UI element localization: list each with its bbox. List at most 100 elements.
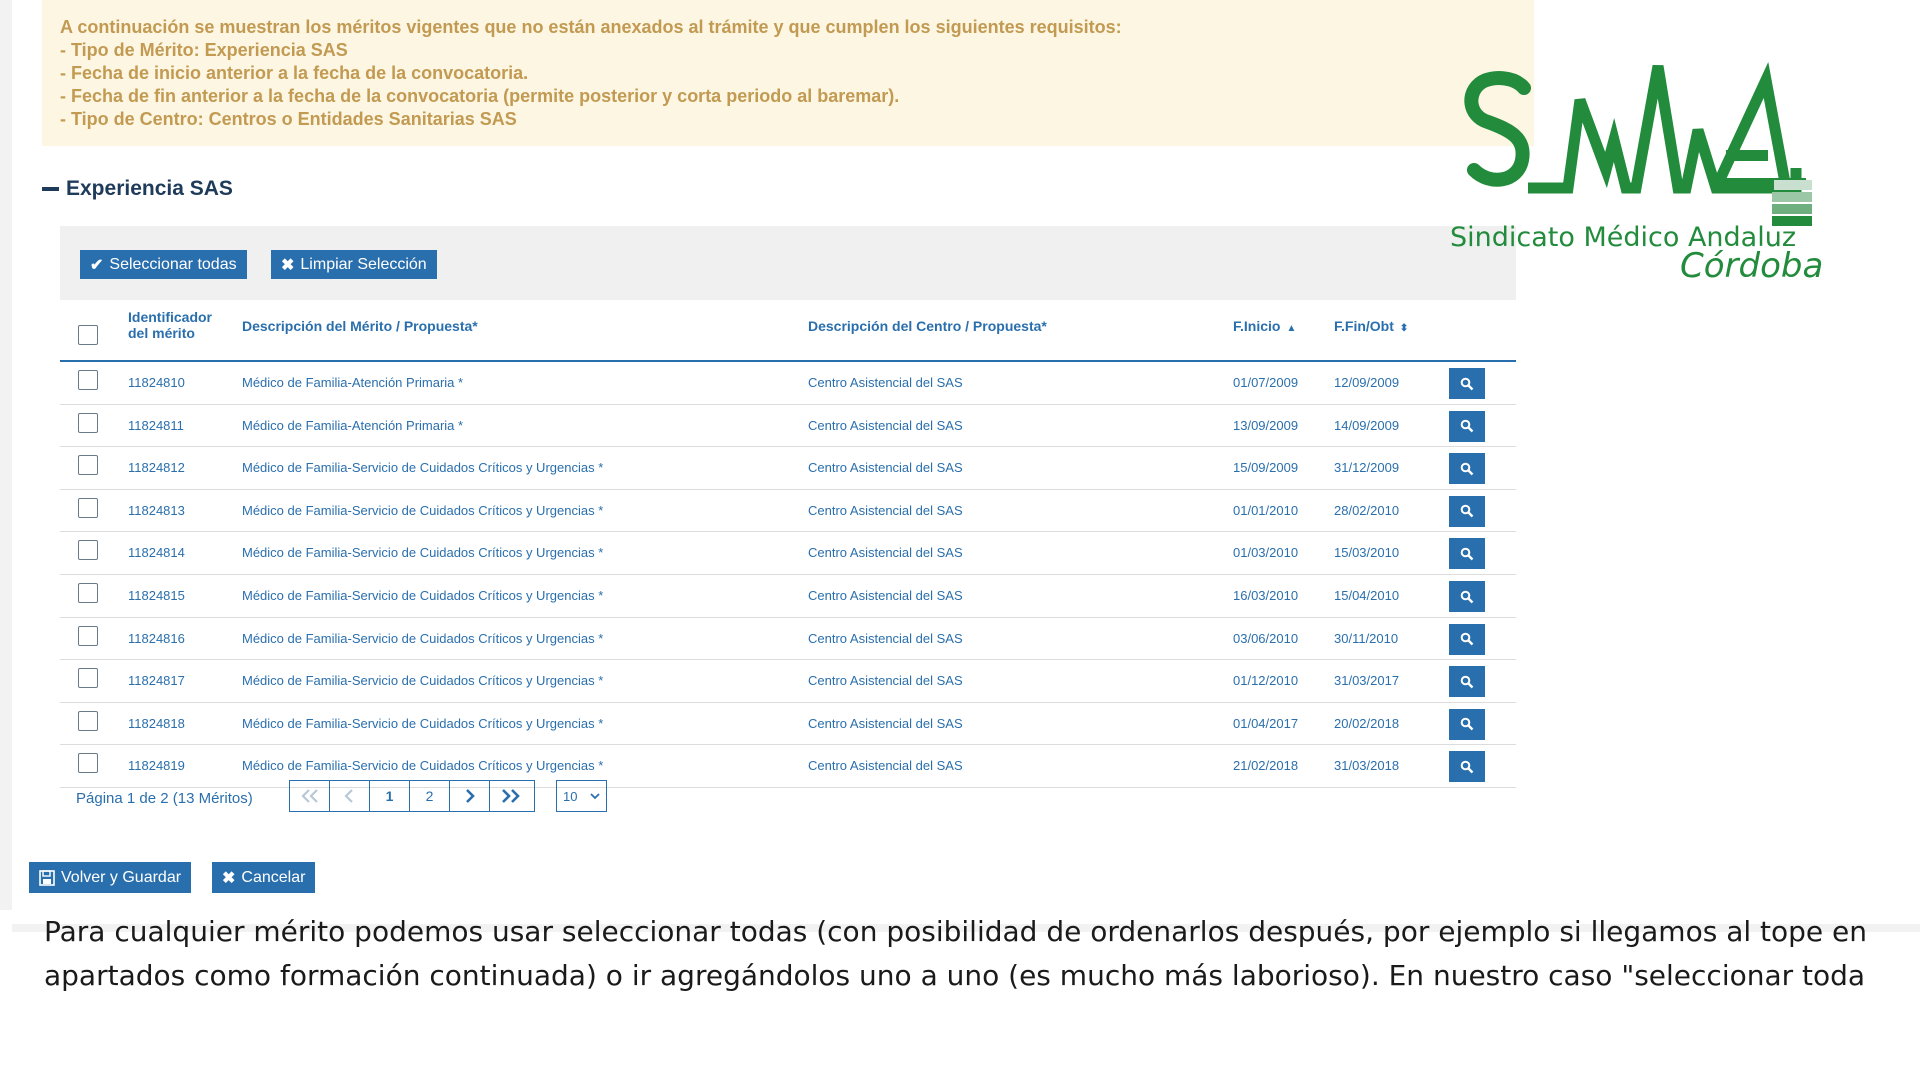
notice-line: - Fecha de inicio anterior a la fecha de… [60,63,529,83]
notice-line: A continuación se muestran los méritos v… [60,17,1122,37]
cell-id: 11824816 [128,630,185,646]
header-id[interactable]: Identificador del mérito [128,309,212,341]
next-page-button[interactable] [450,781,490,811]
prev-page-button[interactable] [330,781,370,811]
view-detail-button[interactable] [1449,751,1485,783]
cell-center: Centro Asistencial del SAS [808,758,963,774]
select-all-checkbox[interactable] [78,325,98,345]
cell-center: Centro Asistencial del SAS [808,375,963,390]
double-chevron-left-icon [300,789,318,803]
search-icon [1460,760,1474,774]
table-row[interactable]: 11824818 Médico de Familia-Servicio de Cu… [60,703,1516,746]
row-checkbox[interactable] [78,540,98,561]
header-center[interactable]: Descripción del Centro / Propuesta* [808,318,1047,334]
view-detail-button[interactable] [1449,410,1485,442]
search-icon [1460,632,1474,646]
search-icon [1460,377,1474,390]
header-id-line1: Identificador [128,309,213,325]
table-row[interactable]: 11824811 Médico de Familia-Atención Prima… [60,405,1516,448]
header-id-line2: del mérito [128,325,195,341]
table-row[interactable]: 11824815 Médico de Familia-Servicio de Cu… [60,575,1516,618]
cell-start: 01/01/2010 [1233,502,1299,518]
view-detail-button[interactable] [1449,666,1485,698]
search-icon [1460,419,1474,433]
table-row[interactable]: 11824814 Médico de Familia-Servicio de Cu… [60,532,1516,575]
view-detail-button[interactable] [1449,538,1485,570]
row-checkbox[interactable] [78,710,98,731]
row-checkbox[interactable] [78,583,98,603]
cell-start: 16/03/2010 [1233,588,1299,603]
cell-id: 11824811 [128,417,184,433]
page-2-button[interactable]: 2 [410,781,450,811]
save-and-return-button[interactable]: Volver y Guardar [29,862,192,893]
cell-end: 31/03/2018 [1334,758,1400,774]
first-page-button[interactable] [290,781,330,811]
row-checkbox[interactable] [78,753,98,774]
pagination: 1 2 [289,780,535,812]
cell-center: Centro Asistencial del SAS [808,460,963,476]
cell-start: 01/03/2010 [1233,545,1299,561]
row-checkbox[interactable] [78,625,98,646]
table-row[interactable]: 11824812 Médico de Familia-Servicio de Cu… [60,447,1516,490]
view-detail-button[interactable] [1449,368,1485,399]
cell-desc: Médico de Familia-Servicio de Cuidados C… [242,630,604,646]
clear-selection-button[interactable]: ✖ Limpiar Selección [271,250,437,279]
header-end-date[interactable]: F.Fin/Obt ⬍ [1334,318,1408,337]
view-detail-button[interactable] [1449,623,1485,655]
cancel-button[interactable]: ✖ Cancelar [212,862,316,893]
table-row[interactable]: 11824816 Médico de Familia-Servicio de Cu… [60,618,1516,661]
section-header[interactable]: Experiencia SAS [42,174,233,204]
row-checkbox[interactable] [78,370,98,390]
logo-city: Córdoba [1680,246,1824,286]
sort-icon: ⬍ [1399,323,1409,334]
sort-asc-icon: ▲ [1286,323,1297,334]
notice-line: - Tipo de Centro: Centros o Entidades Sa… [60,109,517,129]
view-detail-button[interactable] [1449,708,1485,740]
table-header: Identificador del mérito Descripción del… [60,300,1516,362]
search-icon [1460,462,1474,476]
header-start-date[interactable]: F.Inicio ▲ [1233,318,1296,337]
clear-selection-label: Limpiar Selección [300,255,427,273]
cell-id: 11824817 [128,673,185,689]
cell-start: 03/06/2010 [1233,630,1299,646]
bars-graphic [1772,180,1812,226]
view-detail-button[interactable] [1449,581,1485,612]
cell-end: 12/09/2009 [1334,375,1400,390]
row-checkbox[interactable] [78,668,98,689]
caption-line: Para cualquier mérito podemos usar selec… [44,915,1868,948]
cell-desc: Médico de Familia-Servicio de Cuidados C… [242,588,604,603]
cell-center: Centro Asistencial del SAS [808,715,963,731]
page-1-button[interactable]: 1 [370,781,410,811]
search-icon [1460,717,1474,731]
row-checkbox[interactable] [78,455,98,476]
section-title: Experiencia SAS [66,177,233,200]
cancel-label: Cancelar [241,868,306,886]
table-row[interactable]: 11824813 Médico de Familia-Servicio de Cu… [60,490,1516,533]
cell-desc: Médico de Familia-Servicio de Cuidados C… [242,502,604,518]
table-row[interactable]: 11824819 Médico de Familia-Servicio de Cu… [60,745,1516,788]
save-and-return-label: Volver y Guardar [61,868,182,886]
search-icon [1460,547,1474,561]
sma-logo: Sindicato Médico Andaluz Córdoba [1436,60,1836,300]
double-chevron-right-icon [502,789,520,803]
last-page-button[interactable] [490,781,534,811]
x-icon: ✖ [281,256,295,274]
cell-center: Centro Asistencial del SAS [808,417,963,433]
table-row[interactable]: 11824810 Médico de Familia-Atención Prima… [60,362,1516,405]
page-size-select[interactable]: 10 [556,780,607,812]
view-detail-button[interactable] [1449,495,1485,527]
row-checkbox[interactable] [78,497,98,518]
search-icon [1460,675,1474,689]
collapse-icon[interactable] [42,187,59,191]
row-checkbox[interactable] [78,412,98,433]
table-row[interactable]: 11824817 Médico de Familia-Servicio de Cu… [60,660,1516,703]
merits-panel: ✔ Seleccionar todas ✖ Limpiar Selección … [60,226,1516,812]
select-all-button[interactable]: ✔ Seleccionar todas [80,250,247,279]
view-detail-button[interactable] [1449,453,1485,485]
cell-start: 15/09/2009 [1233,460,1299,476]
header-description[interactable]: Descripción del Mérito / Propuesta* [242,318,478,334]
chevron-down-icon [590,793,600,800]
cell-start: 01/12/2010 [1233,673,1299,689]
cell-id: 11824819 [128,758,185,774]
header-start-label: F.Inicio [1233,318,1281,334]
